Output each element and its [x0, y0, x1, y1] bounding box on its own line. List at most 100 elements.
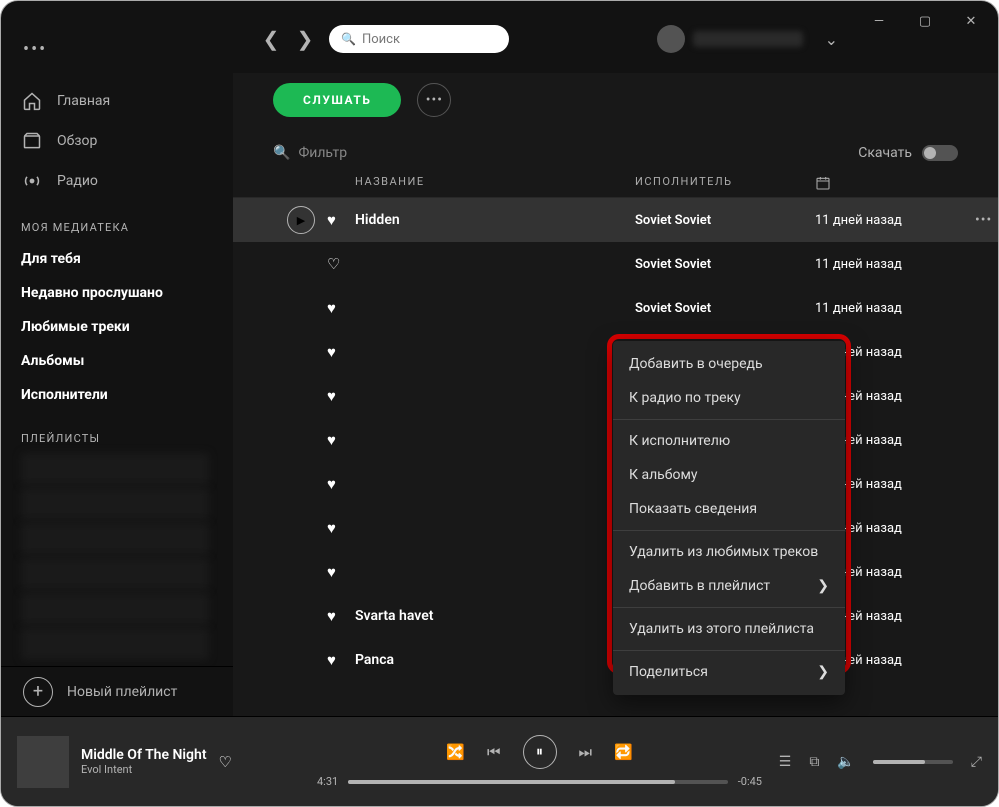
sidebar-radio[interactable]: Радио — [21, 161, 233, 201]
ctx-show-info[interactable]: Показать сведения — [613, 492, 845, 526]
volume-bar[interactable] — [873, 760, 953, 764]
plus-icon: + — [23, 677, 53, 707]
ctx-to-artist[interactable]: К исполнителю — [613, 424, 845, 458]
track-row[interactable]: ♥ Soviet Soviet11 дней назад — [233, 286, 998, 330]
home-icon — [21, 91, 43, 111]
now-playing-track[interactable]: Middle Of The Night — [81, 747, 207, 763]
more-options-button[interactable]: ••• — [417, 83, 451, 117]
previous-button[interactable]: ⏮ — [487, 743, 501, 761]
repeat-button[interactable]: 🔁 — [614, 743, 633, 761]
app-menu-icon[interactable]: ••• — [23, 39, 47, 60]
heart-icon[interactable]: ♥ — [327, 607, 355, 625]
like-button[interactable]: ♡ — [219, 753, 232, 771]
heart-icon[interactable]: ♡ — [327, 255, 355, 273]
track-date: 11 дней назад — [815, 257, 975, 272]
toggle-switch[interactable] — [922, 145, 958, 161]
radio-icon — [21, 171, 43, 191]
library-label: МОЯ МЕДИАТЕКА — [21, 221, 233, 234]
queue-icon[interactable]: ☰ — [779, 754, 792, 770]
minimize-button[interactable]: — — [856, 5, 902, 37]
heart-icon[interactable]: ♥ — [327, 211, 355, 229]
forward-button[interactable]: ❯ — [295, 27, 315, 51]
user-menu[interactable]: ⌄ — [657, 25, 838, 53]
ctx-to-radio[interactable]: К радио по треку — [613, 381, 845, 415]
top-nav: ❮ ❯ 🔍 Поиск — [261, 25, 509, 53]
library-recent[interactable]: Недавно прослушано — [21, 276, 233, 310]
ctx-add-queue[interactable]: Добавить в очередь — [613, 347, 845, 381]
now-playing-artist[interactable]: Evol Intent — [81, 763, 207, 776]
play-icon[interactable]: ▶ — [287, 206, 315, 234]
sidebar-browse-label: Обзор — [57, 133, 97, 149]
playlist-item[interactable] — [21, 523, 209, 555]
track-name: Svarta havet — [355, 608, 635, 624]
new-playlist-label: Новый плейлист — [67, 684, 177, 700]
ctx-to-album[interactable]: К альбому — [613, 458, 845, 492]
filter-row: 🔍 Фильтр Скачать — [233, 117, 998, 169]
track-artist[interactable]: Soviet Soviet — [635, 301, 815, 316]
track-row[interactable]: ♡ Soviet Soviet11 дней назад — [233, 242, 998, 286]
library-artists[interactable]: Исполнители — [21, 378, 233, 412]
ctx-share[interactable]: Поделиться❯ — [613, 655, 845, 689]
playlist-item[interactable] — [21, 593, 209, 625]
track-row[interactable]: ▶ ♥HiddenSoviet Soviet11 дней назад••• — [233, 198, 998, 242]
ctx-remove-liked[interactable]: Удалить из любимых треков — [613, 535, 845, 569]
track-name: Panca — [355, 652, 635, 668]
library-albums[interactable]: Альбомы — [21, 344, 233, 378]
volume-icon[interactable]: 🔈 — [837, 754, 854, 770]
track-more-icon[interactable]: ••• — [975, 212, 998, 228]
play-all-button[interactable]: СЛУШАТЬ — [273, 83, 401, 117]
heart-icon[interactable]: ♥ — [327, 431, 355, 449]
search-icon: 🔍 — [341, 32, 356, 46]
devices-icon[interactable]: ⧉ — [809, 754, 819, 770]
sidebar-browse[interactable]: Обзор — [21, 121, 233, 161]
track-name: Hidden — [355, 212, 635, 228]
heart-icon[interactable]: ♥ — [327, 563, 355, 581]
search-icon: 🔍 — [273, 145, 290, 161]
track-date: 11 дней назад — [815, 213, 975, 228]
heart-icon[interactable]: ♥ — [327, 299, 355, 317]
filter-placeholder: Фильтр — [298, 145, 347, 161]
track-date: 11 дней назад — [815, 301, 975, 316]
library-for-you[interactable]: Для тебя — [21, 242, 233, 276]
col-title: НАЗВАНИЕ — [355, 175, 635, 191]
ctx-remove-playlist[interactable]: Удалить из этого плейлиста — [613, 612, 845, 646]
main-content: СЛУШАТЬ ••• 🔍 Фильтр Скачать НАЗВАНИЕ ИС… — [233, 73, 998, 716]
library-liked[interactable]: Любимые треки — [21, 310, 233, 344]
track-artist[interactable]: Soviet Soviet — [635, 213, 815, 228]
track-artist[interactable]: Soviet Soviet — [635, 257, 815, 272]
table-header: НАЗВАНИЕ ИСПОЛНИТЕЛЬ — [233, 169, 998, 198]
close-button[interactable]: ✕ — [948, 5, 994, 37]
album-art[interactable] — [17, 736, 69, 788]
playlist-item[interactable] — [21, 558, 209, 590]
new-playlist-button[interactable]: + Новый плейлист — [1, 666, 233, 716]
ctx-add-playlist[interactable]: Добавить в плейлист❯ — [613, 569, 845, 603]
maximize-button[interactable]: ▢ — [902, 5, 948, 37]
heart-icon[interactable]: ♥ — [327, 651, 355, 669]
elapsed-time: 4:31 — [317, 775, 338, 788]
separator — [613, 530, 845, 531]
chevron-down-icon: ⌄ — [825, 30, 838, 49]
search-input[interactable]: 🔍 Поиск — [329, 25, 509, 53]
next-button[interactable]: ⏭ — [579, 743, 593, 761]
sidebar-radio-label: Радио — [57, 173, 98, 189]
pause-button[interactable]: ⏸ — [523, 735, 557, 769]
playlist-item[interactable] — [21, 628, 209, 660]
progress-bar[interactable] — [348, 780, 728, 784]
separator — [613, 650, 845, 651]
shuffle-button[interactable]: 🔀 — [446, 743, 465, 761]
fullscreen-icon[interactable]: ⤢ — [971, 754, 982, 770]
chevron-right-icon: ❯ — [817, 578, 829, 594]
col-artist: ИСПОЛНИТЕЛЬ — [635, 175, 815, 191]
download-toggle[interactable]: Скачать — [858, 145, 958, 161]
heart-icon[interactable]: ♥ — [327, 475, 355, 493]
playlist-item[interactable] — [21, 453, 209, 485]
now-playing-info: Middle Of The Night Evol Intent ♡ — [17, 736, 317, 788]
heart-icon[interactable]: ♥ — [327, 519, 355, 537]
back-button[interactable]: ❮ — [261, 27, 281, 51]
sidebar-home[interactable]: Главная — [21, 81, 233, 121]
player-controls: 🔀 ⏮ ⏸ ⏭ 🔁 4:31 -0:45 — [317, 735, 762, 788]
heart-icon[interactable]: ♥ — [327, 343, 355, 361]
heart-icon[interactable]: ♥ — [327, 387, 355, 405]
filter-input[interactable]: 🔍 Фильтр — [273, 145, 347, 161]
playlist-item[interactable] — [21, 488, 209, 520]
